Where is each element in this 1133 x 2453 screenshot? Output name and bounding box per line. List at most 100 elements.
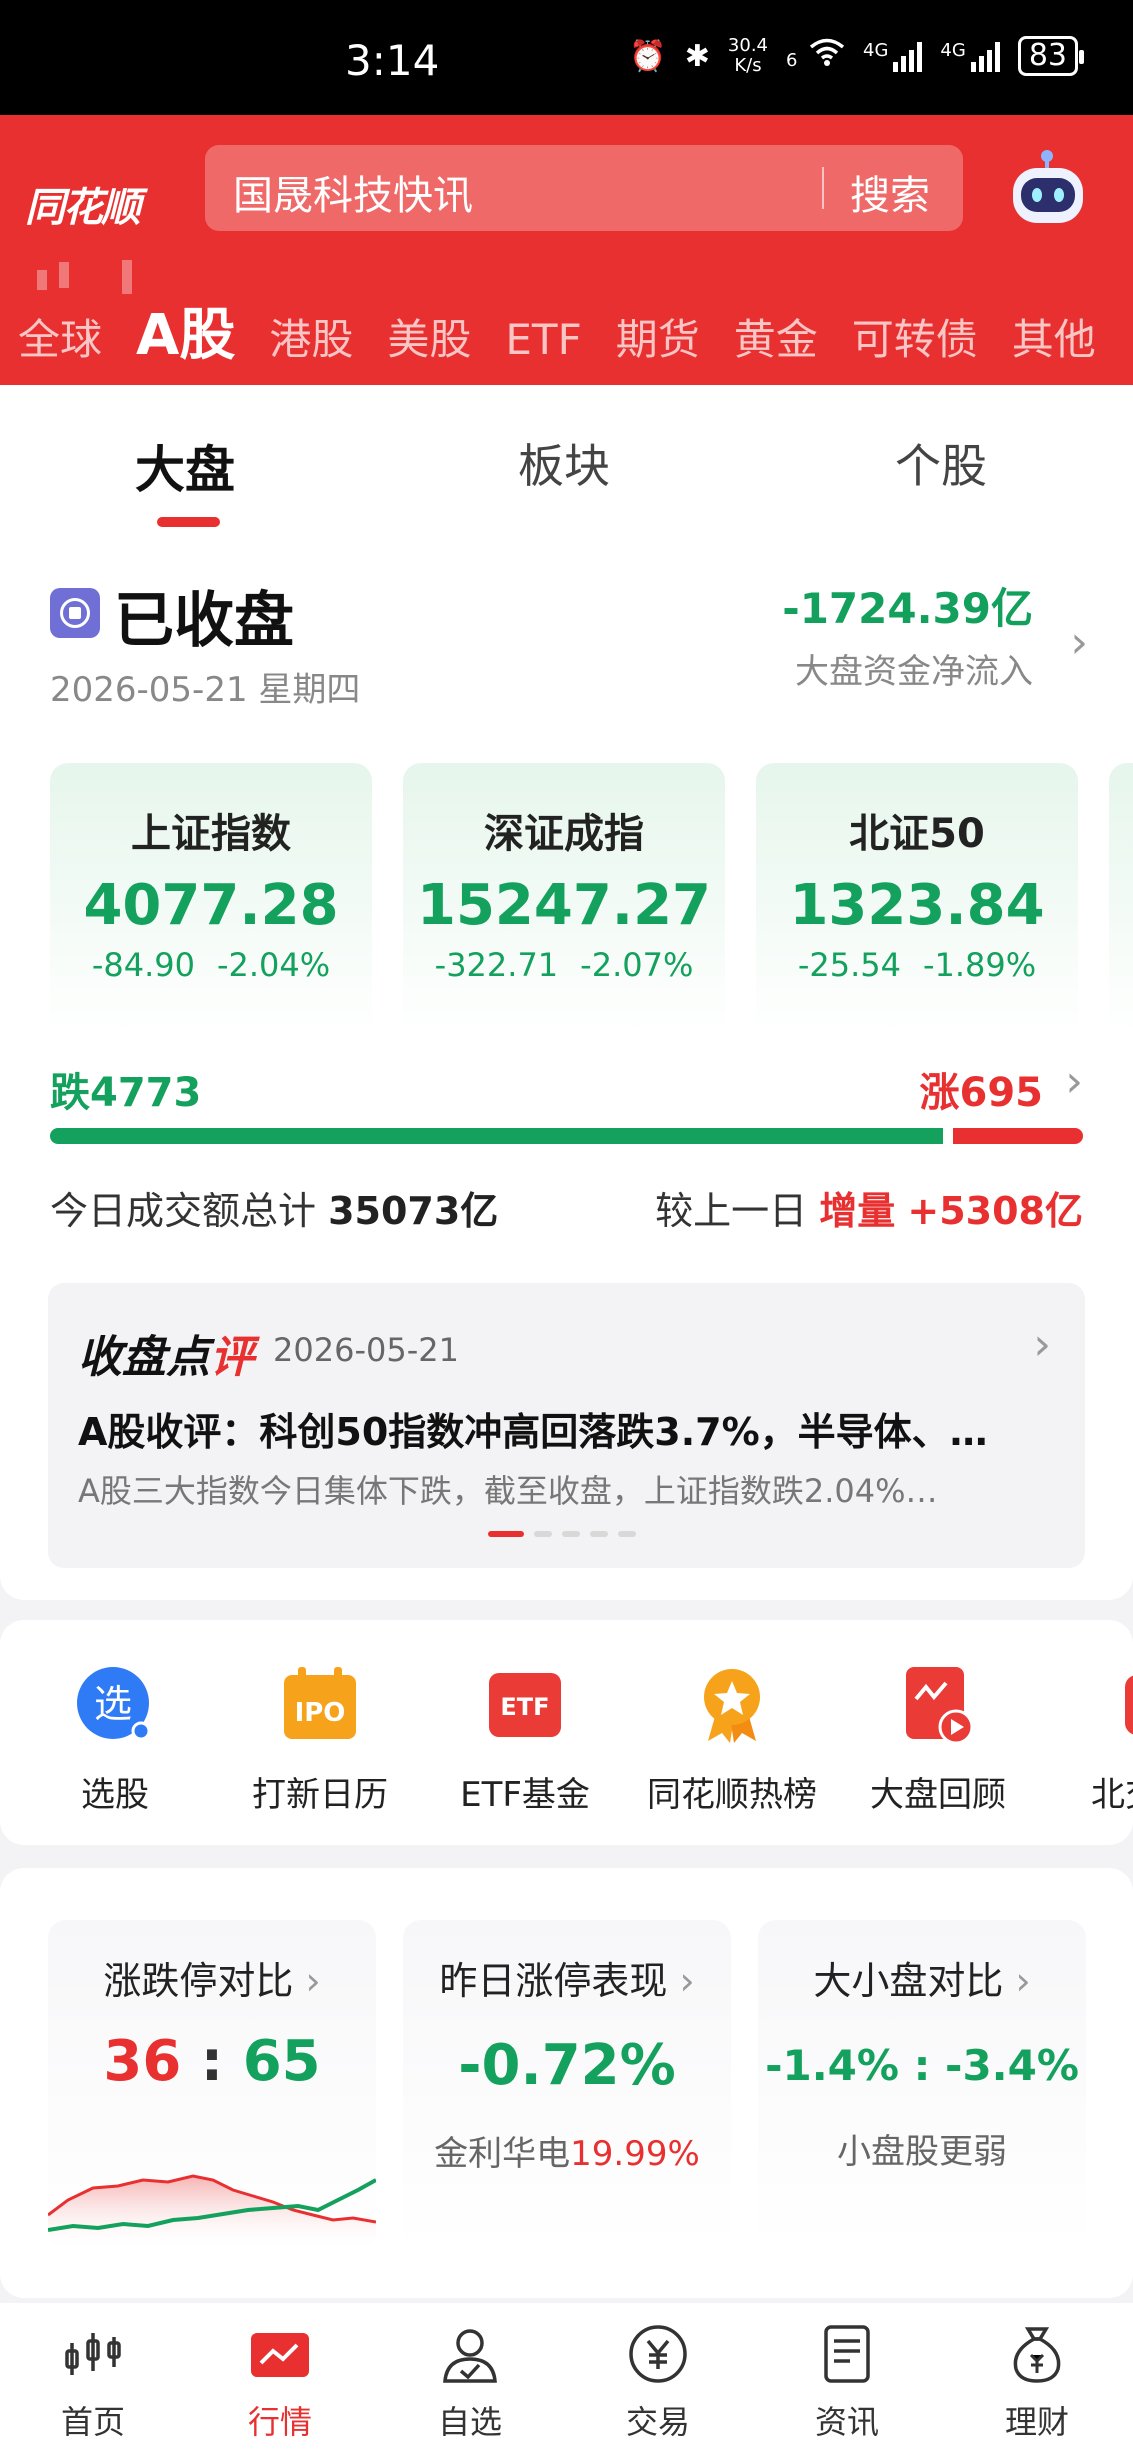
yen-coin-icon: [629, 2325, 687, 2383]
nav-news[interactable]: 资讯: [772, 2323, 922, 2443]
tab-etf[interactable]: ETF: [505, 315, 581, 364]
limit-sparkline: [48, 2174, 376, 2250]
svg-text:ETF: ETF: [500, 1693, 549, 1721]
news-document-icon: [824, 2325, 870, 2383]
turnover-value: 35073亿: [328, 1189, 499, 1233]
search-divider: [822, 167, 824, 209]
decliners-count: 跌4773: [50, 1070, 202, 1116]
closing-review[interactable]: 收盘点评 2026-05-21 › A股收评：科创50指数冲高回落跌3.7%，半…: [48, 1283, 1085, 1568]
shortcut-ipo-calendar[interactable]: IPO 打新日历: [220, 1665, 420, 1816]
bse-icon: [1125, 1675, 1133, 1735]
index-card-shenzhen[interactable]: 深证成指 15247.27 -322.71 -2.07%: [403, 763, 725, 1038]
nav-home[interactable]: 首页: [18, 2323, 168, 2443]
etf-fund-icon: ETF: [489, 1673, 561, 1737]
nav-wealth[interactable]: 理财: [962, 2323, 1112, 2443]
limit-ratio: 36 : 65: [103, 2029, 321, 2094]
wifi-icon: 6: [786, 38, 845, 74]
chevron-right-icon: ›: [1015, 1959, 1031, 2003]
app-logo[interactable]: 同花顺: [25, 165, 160, 294]
tab-gold[interactable]: 黄金: [734, 306, 818, 367]
tab-other[interactable]: 其他: [1012, 306, 1096, 367]
tab-sectors[interactable]: 板块: [518, 430, 610, 496]
index-card-partial[interactable]: [1109, 763, 1133, 1038]
nav-trade[interactable]: 交易: [583, 2323, 733, 2443]
market-breadth[interactable]: 跌4773 涨695 ›: [50, 1056, 1083, 1144]
closing-review-title: 收盘点评: [78, 1332, 254, 1383]
tab-convertible[interactable]: 可转债: [852, 306, 978, 367]
alarm-icon: ⏰: [629, 38, 667, 74]
shortcut-etf-fund[interactable]: ETF ETF基金: [425, 1665, 625, 1816]
signal-icon-sim1: 4G: [863, 40, 923, 72]
robot-assistant-icon[interactable]: [1005, 148, 1090, 228]
battery-indicator: 83: [1017, 36, 1085, 76]
candlestick-home-icon: [65, 2333, 121, 2375]
nav-market[interactable]: 行情: [205, 2323, 355, 2443]
advancers-bar: [953, 1128, 1083, 1144]
yesterday-limit-value: -0.72%: [458, 2033, 676, 2098]
tab-futures[interactable]: 期货: [616, 306, 700, 367]
turnover-compare: 较上一日 增量 +5308亿: [655, 1189, 1083, 1233]
chevron-right-icon: ›: [305, 1959, 321, 2003]
bottom-nav: 首页 行情 自选 交易 资讯 理财: [0, 2303, 1133, 2453]
turnover-label: 今日成交额总计: [50, 1189, 317, 1233]
app-screen: 3:14 ⏰ ✱ 30.4K/s 6 4G 4G 83 同花顺 国晟科技快讯: [0, 0, 1133, 2453]
yesterday-top-stock: 金利华电19.99%: [434, 2134, 700, 2174]
star-medal-icon: [704, 1669, 760, 1743]
limit-up-down-card[interactable]: 涨跌停对比 › 36 : 65: [48, 1920, 376, 2250]
net-flow-label: 大盘资金净流入: [795, 652, 1033, 692]
svg-text:选: 选: [94, 1682, 132, 1726]
index-card-shanghai[interactable]: 上证指数 4077.28 -84.90 -2.04%: [50, 763, 372, 1038]
ipo-calendar-icon: IPO: [284, 1667, 356, 1739]
shortcut-market-review[interactable]: 大盘回顾: [838, 1665, 1038, 1816]
net-speed: 30.4 K/s: [727, 35, 768, 76]
user-watchlist-icon: [443, 2329, 497, 2383]
sub-tabs: 大盘 板块 个股: [0, 410, 1133, 527]
chevron-right-icon[interactable]: ›: [1070, 617, 1088, 668]
status-icons: ⏰ ✱ 30.4 K/s 6 4G 4G 83: [629, 35, 1085, 76]
shortcut-stock-picker[interactable]: 选 选股: [15, 1665, 215, 1816]
size-compare-card[interactable]: 大小盘对比 › -1.4% : -3.4% 小盘股更弱: [758, 1920, 1086, 2250]
index-card-bse50[interactable]: 北证50 1323.84 -25.54 -1.89%: [756, 763, 1078, 1038]
market-status-label: 已收盘: [114, 586, 294, 656]
market-overview-card: 大盘 板块 个股 已收盘 2026-05-21 星期四 -1724.39亿 大盘…: [0, 385, 1133, 1600]
turnover-row: 今日成交额总计 35073亿 较上一日 增量 +5308亿: [50, 1180, 1083, 1235]
money-bag-icon: [1013, 2327, 1061, 2383]
market-closed-icon: [50, 588, 100, 638]
decliners-bar: [50, 1128, 943, 1144]
closing-review-headline[interactable]: A股收评：科创50指数冲高回落跌3.7%，半导体、…: [78, 1401, 1058, 1456]
size-compare-value: -1.4% : -3.4%: [765, 2041, 1079, 2090]
yesterday-limit-card[interactable]: 昨日涨停表现 › -0.72% 金利华电19.99%: [403, 1920, 731, 2250]
tab-hk[interactable]: 港股: [269, 306, 353, 367]
search-input[interactable]: 国晟科技快讯: [233, 163, 473, 221]
market-review-icon: [906, 1667, 974, 1745]
shortcut-bse[interactable]: 北交: [1045, 1665, 1133, 1816]
tab-stocks[interactable]: 个股: [895, 430, 987, 496]
tab-us[interactable]: 美股: [387, 306, 471, 367]
svg-text:IPO: IPO: [295, 1698, 346, 1728]
closing-review-summary: A股三大指数今日集体下跌，截至收盘，上证指数跌2.04%…: [78, 1472, 938, 1510]
shortcut-hot-list[interactable]: 同花顺热榜: [632, 1665, 832, 1816]
shortcut-grid: 选 选股 IPO 打新日历 ETF ETF基金 同花顺热榜 大盘回顾 北: [0, 1620, 1133, 1845]
carousel-dots: [488, 1531, 636, 1537]
tab-global[interactable]: 全球: [18, 306, 102, 367]
status-bar: 3:14 ⏰ ✱ 30.4 K/s 6 4G 4G 83: [0, 0, 1133, 115]
market-date: 2026-05-21 星期四: [50, 670, 361, 710]
stock-picker-icon: 选: [77, 1667, 151, 1741]
tab-market[interactable]: 大盘: [135, 430, 235, 502]
app-header: 同花顺 国晟科技快讯 搜索 全球 A股 港股 美股 ETF 期货 黄金 可转债 …: [0, 115, 1133, 385]
size-compare-note: 小盘股更弱: [837, 2132, 1007, 2172]
index-cards: 上证指数 4077.28 -84.90 -2.04% 深证成指 15247.27 …: [50, 763, 1133, 1043]
market-tabs: 全球 A股 港股 美股 ETF 期货 黄金 可转债 其他: [18, 290, 1130, 371]
tab-a-share[interactable]: A股: [136, 290, 235, 371]
chevron-right-icon[interactable]: ›: [1065, 1056, 1083, 1107]
signal-icon-sim2: 4G: [940, 40, 1000, 72]
chevron-right-icon[interactable]: ›: [1033, 1319, 1051, 1370]
market-stats: 涨跌停对比 › 36 : 65 昨日涨停表现 › -0.72% 金利华电19.9…: [0, 1868, 1133, 2298]
advancers-count: 涨695: [919, 1070, 1044, 1116]
search-bar[interactable]: 国晟科技快讯 搜索: [205, 145, 963, 231]
search-button[interactable]: 搜索: [850, 163, 930, 221]
nav-watchlist[interactable]: 自选: [395, 2323, 545, 2443]
active-tab-indicator: [157, 517, 220, 527]
net-flow[interactable]: -1724.39亿 大盘资金净流入: [782, 575, 1033, 693]
closing-review-date: 2026-05-21: [273, 1331, 459, 1369]
